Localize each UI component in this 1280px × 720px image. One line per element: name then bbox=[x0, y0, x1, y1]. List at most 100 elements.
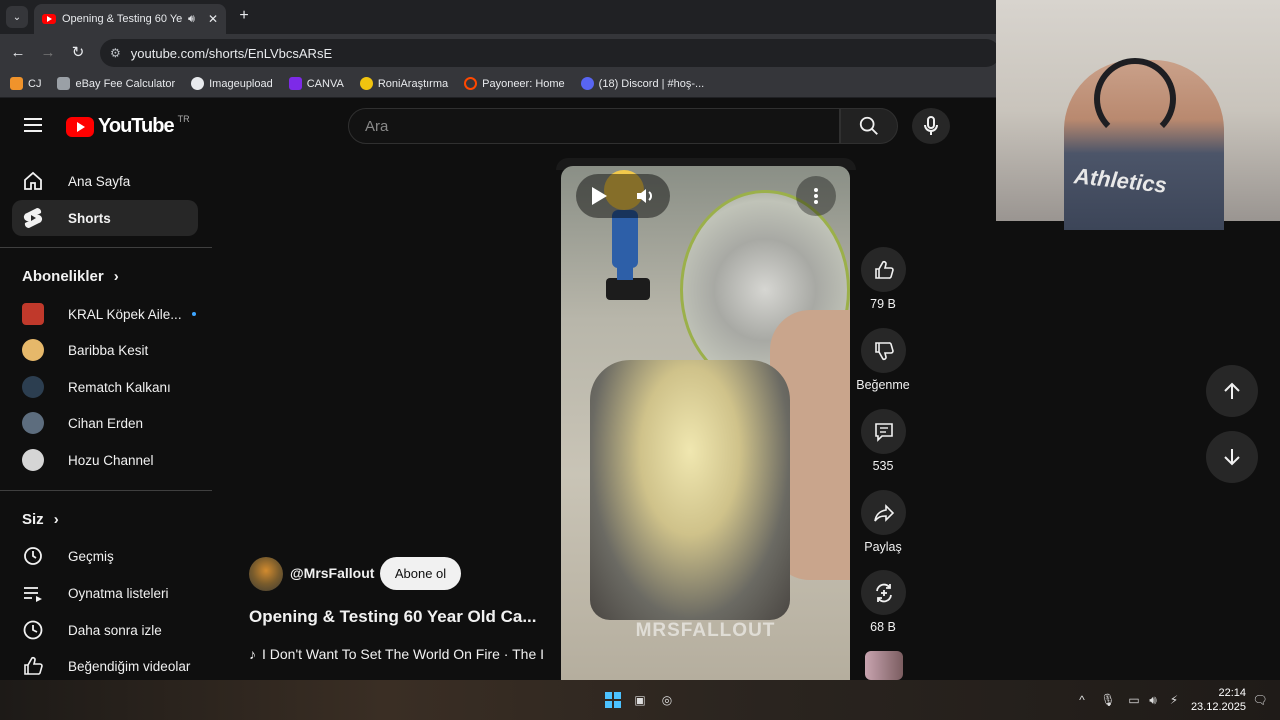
sidebar-item-liked-videos[interactable]: Beğendiğim videolar bbox=[12, 648, 198, 684]
thumbs-down-icon bbox=[874, 341, 894, 360]
play-icon bbox=[592, 187, 607, 205]
youtube-logo-icon bbox=[66, 116, 94, 137]
sidebar-item-history[interactable]: Geçmiş bbox=[12, 538, 198, 574]
play-button[interactable] bbox=[576, 174, 622, 218]
comments-button[interactable] bbox=[861, 409, 906, 454]
globe-icon bbox=[191, 77, 205, 90]
speaker-icon[interactable]: 🔊︎ bbox=[1143, 690, 1163, 710]
comment-icon bbox=[874, 422, 893, 442]
like-button[interactable] bbox=[861, 247, 906, 292]
music-info[interactable]: ♪ I Don't Want To Set The World On Fire … bbox=[249, 646, 549, 662]
new-tab-button[interactable]: + bbox=[234, 6, 254, 26]
microphone-tray-icon[interactable]: 🎙︎ bbox=[1098, 690, 1118, 710]
sidebar-item-shorts[interactable]: Shorts bbox=[12, 200, 198, 236]
volume-button[interactable] bbox=[622, 174, 670, 218]
payoneer-icon bbox=[464, 77, 478, 90]
sidebar-item-subscription[interactable]: Rematch Kalkanı bbox=[12, 369, 198, 405]
sidebar-item-home[interactable]: Ana Sayfa bbox=[12, 163, 198, 199]
youtube-logo[interactable]: YouTube TR bbox=[66, 114, 190, 138]
like-count: 79 B bbox=[870, 297, 896, 311]
sidebar-item-playlists[interactable]: Oynatma listeleri bbox=[12, 575, 198, 611]
address-bar[interactable]: ⚙ youtube.com/shorts/EnLVbcsARsE bbox=[100, 39, 1000, 67]
opened-can bbox=[590, 360, 790, 620]
thumbs-up-icon bbox=[22, 655, 44, 677]
microphone-icon bbox=[924, 116, 938, 135]
bookmark-payoneer[interactable]: Payoneer: Home bbox=[464, 77, 565, 90]
bookmark-discord[interactable]: (18) Discord | #hoş-... bbox=[580, 77, 704, 90]
cj-icon bbox=[10, 77, 23, 90]
clock-date: 23.12.2025 bbox=[1190, 701, 1246, 713]
tab-close-icon[interactable]: ✕ bbox=[208, 12, 218, 26]
calculator-icon bbox=[57, 77, 71, 90]
remix-button[interactable] bbox=[861, 570, 906, 615]
site-info-icon[interactable]: ⚙ bbox=[110, 46, 121, 60]
back-button[interactable]: ← bbox=[8, 42, 28, 62]
canva-icon bbox=[288, 77, 302, 90]
playlist-icon bbox=[22, 582, 44, 604]
next-short-button[interactable] bbox=[1206, 431, 1258, 483]
bookmark-roniarastirma[interactable]: RoniAraştırma bbox=[359, 77, 448, 90]
sidebar-item-subscription[interactable]: Hozu Channel bbox=[12, 442, 198, 478]
tab-youtube-short[interactable]: Opening & Testing 60 Year Old Can 🔊︎ ✕ bbox=[34, 4, 226, 34]
you-heading[interactable]: Siz › bbox=[22, 511, 59, 528]
taskbar-browser-icon[interactable]: ◎ bbox=[657, 690, 677, 710]
dislike-label: Beğenme bbox=[856, 378, 910, 392]
sidebar-divider bbox=[0, 247, 212, 248]
sidebar-item-watch-later[interactable]: Daha sonra izle bbox=[12, 612, 198, 648]
remix-count: 68 B bbox=[870, 620, 896, 634]
channel-name[interactable]: @MrsFallout bbox=[290, 565, 374, 581]
youtube-favicon-icon bbox=[42, 14, 56, 24]
sidebar-item-subscription[interactable]: Cihan Erden bbox=[12, 405, 198, 441]
network-icon[interactable]: ▭ bbox=[1124, 690, 1144, 710]
start-button[interactable] bbox=[603, 690, 623, 710]
forward-button[interactable]: → bbox=[38, 42, 58, 62]
show-hidden-icons-chevron-icon[interactable]: ^ bbox=[1072, 690, 1092, 710]
dislike-button[interactable] bbox=[861, 328, 906, 373]
bookmark-canva[interactable]: CANVA bbox=[288, 77, 344, 90]
sound-thumbnail[interactable] bbox=[865, 651, 903, 680]
shorts-icon bbox=[22, 207, 44, 229]
more-options-button[interactable] bbox=[796, 176, 836, 216]
subscribe-button[interactable]: Abone ol bbox=[380, 557, 461, 590]
video-title[interactable]: Opening & Testing 60 Year Old Ca... bbox=[249, 607, 547, 627]
channel-avatar bbox=[22, 303, 44, 325]
bookmark-ebay-fee-calculator[interactable]: eBay Fee Calculator bbox=[57, 77, 175, 90]
channel-avatar[interactable] bbox=[249, 557, 283, 591]
reload-button[interactable]: ↻ bbox=[68, 42, 88, 62]
bookmark-imageupload[interactable]: Imageupload bbox=[191, 77, 273, 90]
sidebar-item-subscription[interactable]: Baribba Kesit bbox=[12, 332, 198, 368]
share-icon bbox=[873, 503, 894, 522]
battery-icon[interactable]: ⚡ bbox=[1164, 690, 1184, 710]
tab-audio-icon[interactable]: 🔊︎ bbox=[188, 13, 195, 26]
search-icon bbox=[859, 116, 878, 135]
notification-center-icon[interactable]: 🗨︎ bbox=[1250, 690, 1270, 710]
sidebar-item-subscription[interactable]: KRAL Köpek Aile... bbox=[12, 296, 198, 332]
headphones bbox=[1094, 58, 1176, 140]
taskbar-app-icon[interactable]: ▣ bbox=[630, 690, 650, 710]
discord-icon bbox=[580, 77, 594, 90]
system-clock[interactable]: 22:14 23.12.2025 bbox=[1190, 686, 1246, 714]
url-text: youtube.com/shorts/EnLVbcsARsE bbox=[130, 45, 333, 61]
bird-icon bbox=[359, 77, 373, 90]
music-title: I Don't Want To Set The World On Fire · … bbox=[262, 646, 545, 662]
more-vertical-icon bbox=[814, 188, 818, 204]
tab-title: Opening & Testing 60 Year Old Can bbox=[62, 13, 182, 25]
clock-time: 22:14 bbox=[1218, 687, 1246, 699]
search-input[interactable]: Ara bbox=[348, 108, 840, 144]
share-button[interactable] bbox=[861, 490, 906, 535]
sidebar-divider bbox=[0, 490, 212, 491]
subscriptions-heading[interactable]: Abonelikler › bbox=[22, 268, 119, 285]
channel-avatar bbox=[22, 376, 44, 398]
voice-search-button[interactable] bbox=[912, 108, 950, 144]
chevron-right-icon: › bbox=[53, 511, 59, 528]
search-button[interactable] bbox=[840, 108, 898, 144]
menu-icon[interactable] bbox=[24, 118, 42, 132]
channel-avatar bbox=[22, 339, 44, 361]
bookmark-cj[interactable]: CJ bbox=[10, 77, 41, 90]
music-note-icon: ♪ bbox=[249, 646, 256, 662]
home-icon bbox=[22, 170, 44, 192]
new-content-dot bbox=[191, 312, 196, 316]
previous-short-button[interactable] bbox=[1206, 365, 1258, 417]
remix-icon bbox=[875, 583, 892, 602]
tab-search-chevron-icon[interactable]: ⌄ bbox=[6, 6, 28, 28]
